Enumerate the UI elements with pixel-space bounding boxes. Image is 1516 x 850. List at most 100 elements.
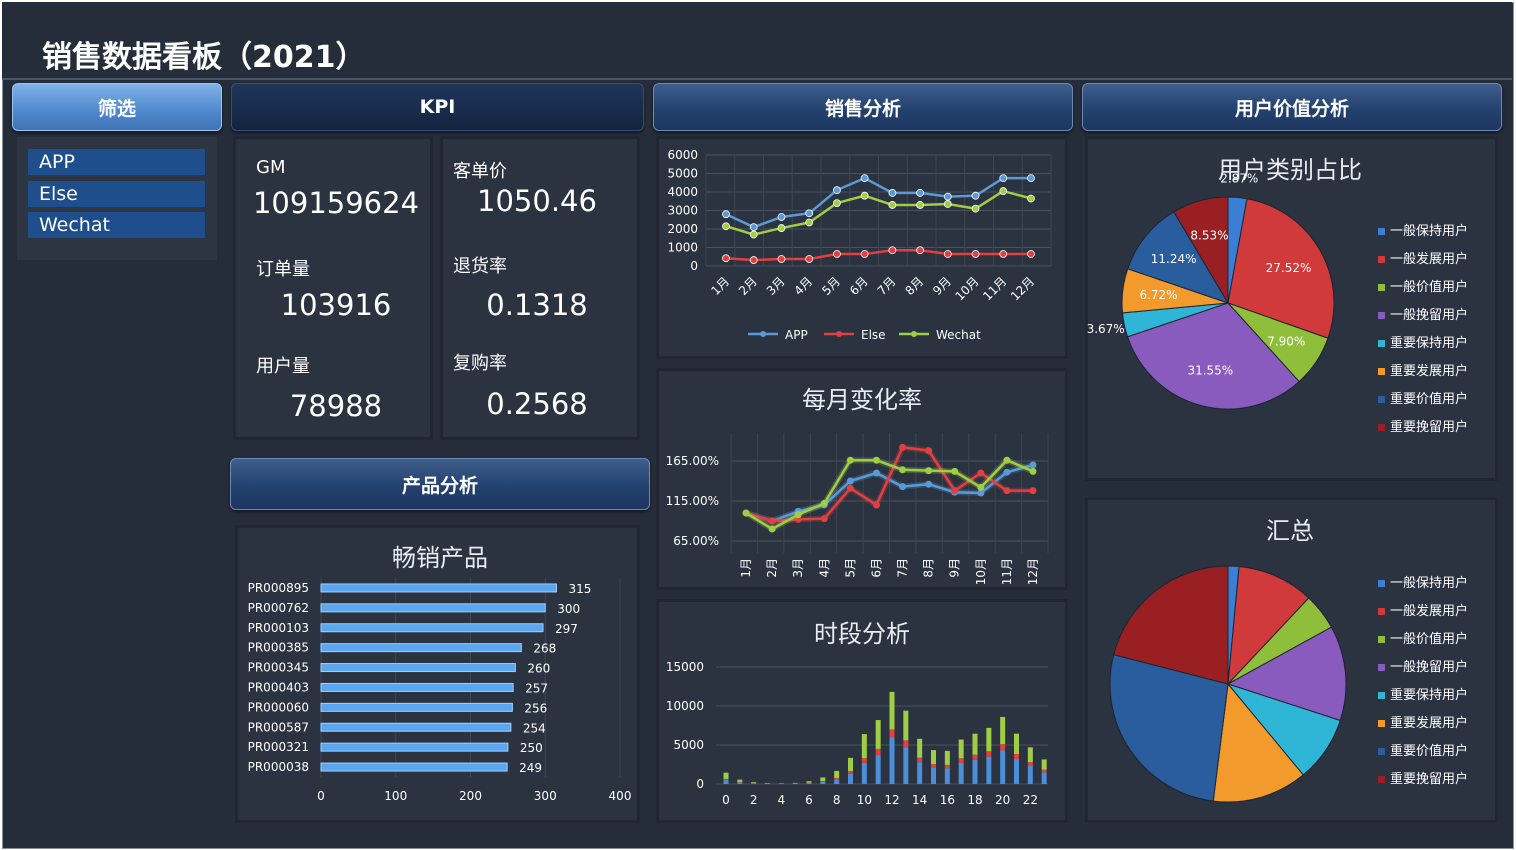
kpi-repurchase-label: 复购率 <box>453 353 507 374</box>
data-point <box>820 515 828 523</box>
legend-label: 一般保持用户 <box>1390 575 1468 591</box>
x-tick-label: 8 <box>833 793 841 807</box>
bar-segment <box>834 779 840 784</box>
bar-segment <box>820 781 826 784</box>
data-point <box>722 210 730 219</box>
legend-marker <box>911 331 917 337</box>
product-header: 产品分析 <box>230 458 650 510</box>
legend-swatch <box>1378 368 1385 375</box>
x-tick-label: 12 <box>884 793 899 807</box>
data-point <box>777 213 786 221</box>
data-point <box>916 201 924 209</box>
x-tick-label: 4月 <box>817 558 831 578</box>
bar-segment <box>972 754 978 760</box>
x-tick-label: 0 <box>722 793 730 807</box>
x-tick-label: 16 <box>940 793 955 807</box>
data-point <box>971 191 980 200</box>
x-tick-label: 4 <box>778 793 786 807</box>
data-point <box>1003 456 1011 464</box>
top-products-chart: 0 100 200 300 400 PR000895 315 PR000762 300 PR000… <box>248 578 631 803</box>
data-point <box>1029 487 1037 495</box>
x-tick-label: 11月 <box>1000 558 1014 585</box>
filter-item-else[interactable]: Else <box>28 181 205 207</box>
data-point <box>1003 468 1011 476</box>
legend-swatch <box>1378 228 1385 235</box>
filter-header: 筛选 <box>12 83 222 131</box>
kpi-users-label: 用户量 <box>256 356 310 377</box>
data-point <box>722 222 730 231</box>
y-tick-label: 4000 <box>667 185 698 199</box>
x-tick-label: 18 <box>967 793 982 807</box>
slice-data-label: 6.72% <box>1139 288 1177 302</box>
bar-segment <box>917 762 923 784</box>
data-point <box>860 174 869 183</box>
x-tick-label: 9月 <box>930 274 954 298</box>
y-tick-label: 1000 <box>667 241 698 255</box>
bar-segment <box>958 758 964 763</box>
user-value-header: 用户价值分析 <box>1082 83 1502 131</box>
x-tick-label: 2月 <box>765 558 779 578</box>
y-tick-label: 15000 <box>666 660 704 674</box>
slice-data-label: 2.87% <box>1220 171 1258 185</box>
data-point <box>943 200 952 208</box>
y-tick-label: PR000587 <box>248 720 309 734</box>
x-tick-label: 5月 <box>819 274 843 298</box>
data-point <box>872 501 880 509</box>
y-tick-label: PR000385 <box>248 641 309 655</box>
data-point <box>833 199 841 207</box>
bar-segment <box>751 783 757 784</box>
data-point <box>777 224 786 232</box>
legend-label: 重要价值用户 <box>1390 743 1468 759</box>
data-point <box>977 483 985 491</box>
data-point <box>999 174 1008 183</box>
bar-data-label: 315 <box>568 582 591 596</box>
product-bar <box>320 583 557 593</box>
legend-swatch <box>1378 580 1385 587</box>
legend-swatch <box>1378 664 1385 671</box>
bar-segment <box>986 756 992 784</box>
y-tick-label: PR000321 <box>248 740 309 754</box>
data-point <box>749 230 758 239</box>
x-tick-label: 2月 <box>736 274 760 298</box>
data-point <box>888 201 897 209</box>
data-point <box>860 250 869 258</box>
data-point <box>777 255 786 263</box>
data-point <box>1027 174 1035 183</box>
slice-data-label: 8.53% <box>1190 229 1228 243</box>
bar-segment <box>1000 744 1006 751</box>
bar-segment <box>792 782 798 784</box>
data-point <box>860 191 869 200</box>
x-tick-label: 10月 <box>974 558 988 585</box>
product-bar <box>320 682 514 692</box>
kpi-aov-value: 1050.46 <box>477 184 597 218</box>
data-point <box>1029 467 1037 475</box>
bar-segment <box>958 739 964 759</box>
bar-data-label: 268 <box>533 642 556 656</box>
x-tick-label: 7月 <box>896 558 910 578</box>
y-tick-label: PR000403 <box>248 680 309 694</box>
filter-item-wechat[interactable]: Wechat <box>28 212 205 238</box>
bar-segment <box>834 770 840 778</box>
legend-swatch <box>1378 692 1385 699</box>
bar-data-label: 250 <box>520 741 543 755</box>
data-point <box>899 466 907 474</box>
bar-segment <box>1000 750 1006 784</box>
legend-marker <box>760 331 766 337</box>
legend-label: 重要挽留用户 <box>1390 419 1468 435</box>
bar-segment <box>972 759 978 784</box>
bar-segment <box>806 783 812 784</box>
legend-swatch <box>1378 636 1385 643</box>
filter-item-app[interactable]: APP <box>28 149 205 175</box>
data-point <box>846 456 854 464</box>
bar-segment <box>958 762 964 784</box>
y-tick-label: PR000345 <box>248 661 309 675</box>
sales-trend-chart: 0 1000 2000 3000 4000 5000 6000 1月 2月 3月 4月 5月 6月 7月 8… <box>667 148 1052 342</box>
slice-data-label: 27.52% <box>1266 261 1312 275</box>
bar-segment <box>861 734 867 759</box>
legend-label: 一般发展用户 <box>1390 251 1468 267</box>
legend-label: 重要发展用户 <box>1390 715 1468 731</box>
y-tick-label: 2000 <box>667 222 698 236</box>
kpi-repurchase-value: 0.2568 <box>486 387 588 421</box>
kpi-gm-label: GM <box>256 157 286 178</box>
product-bar <box>320 762 508 772</box>
